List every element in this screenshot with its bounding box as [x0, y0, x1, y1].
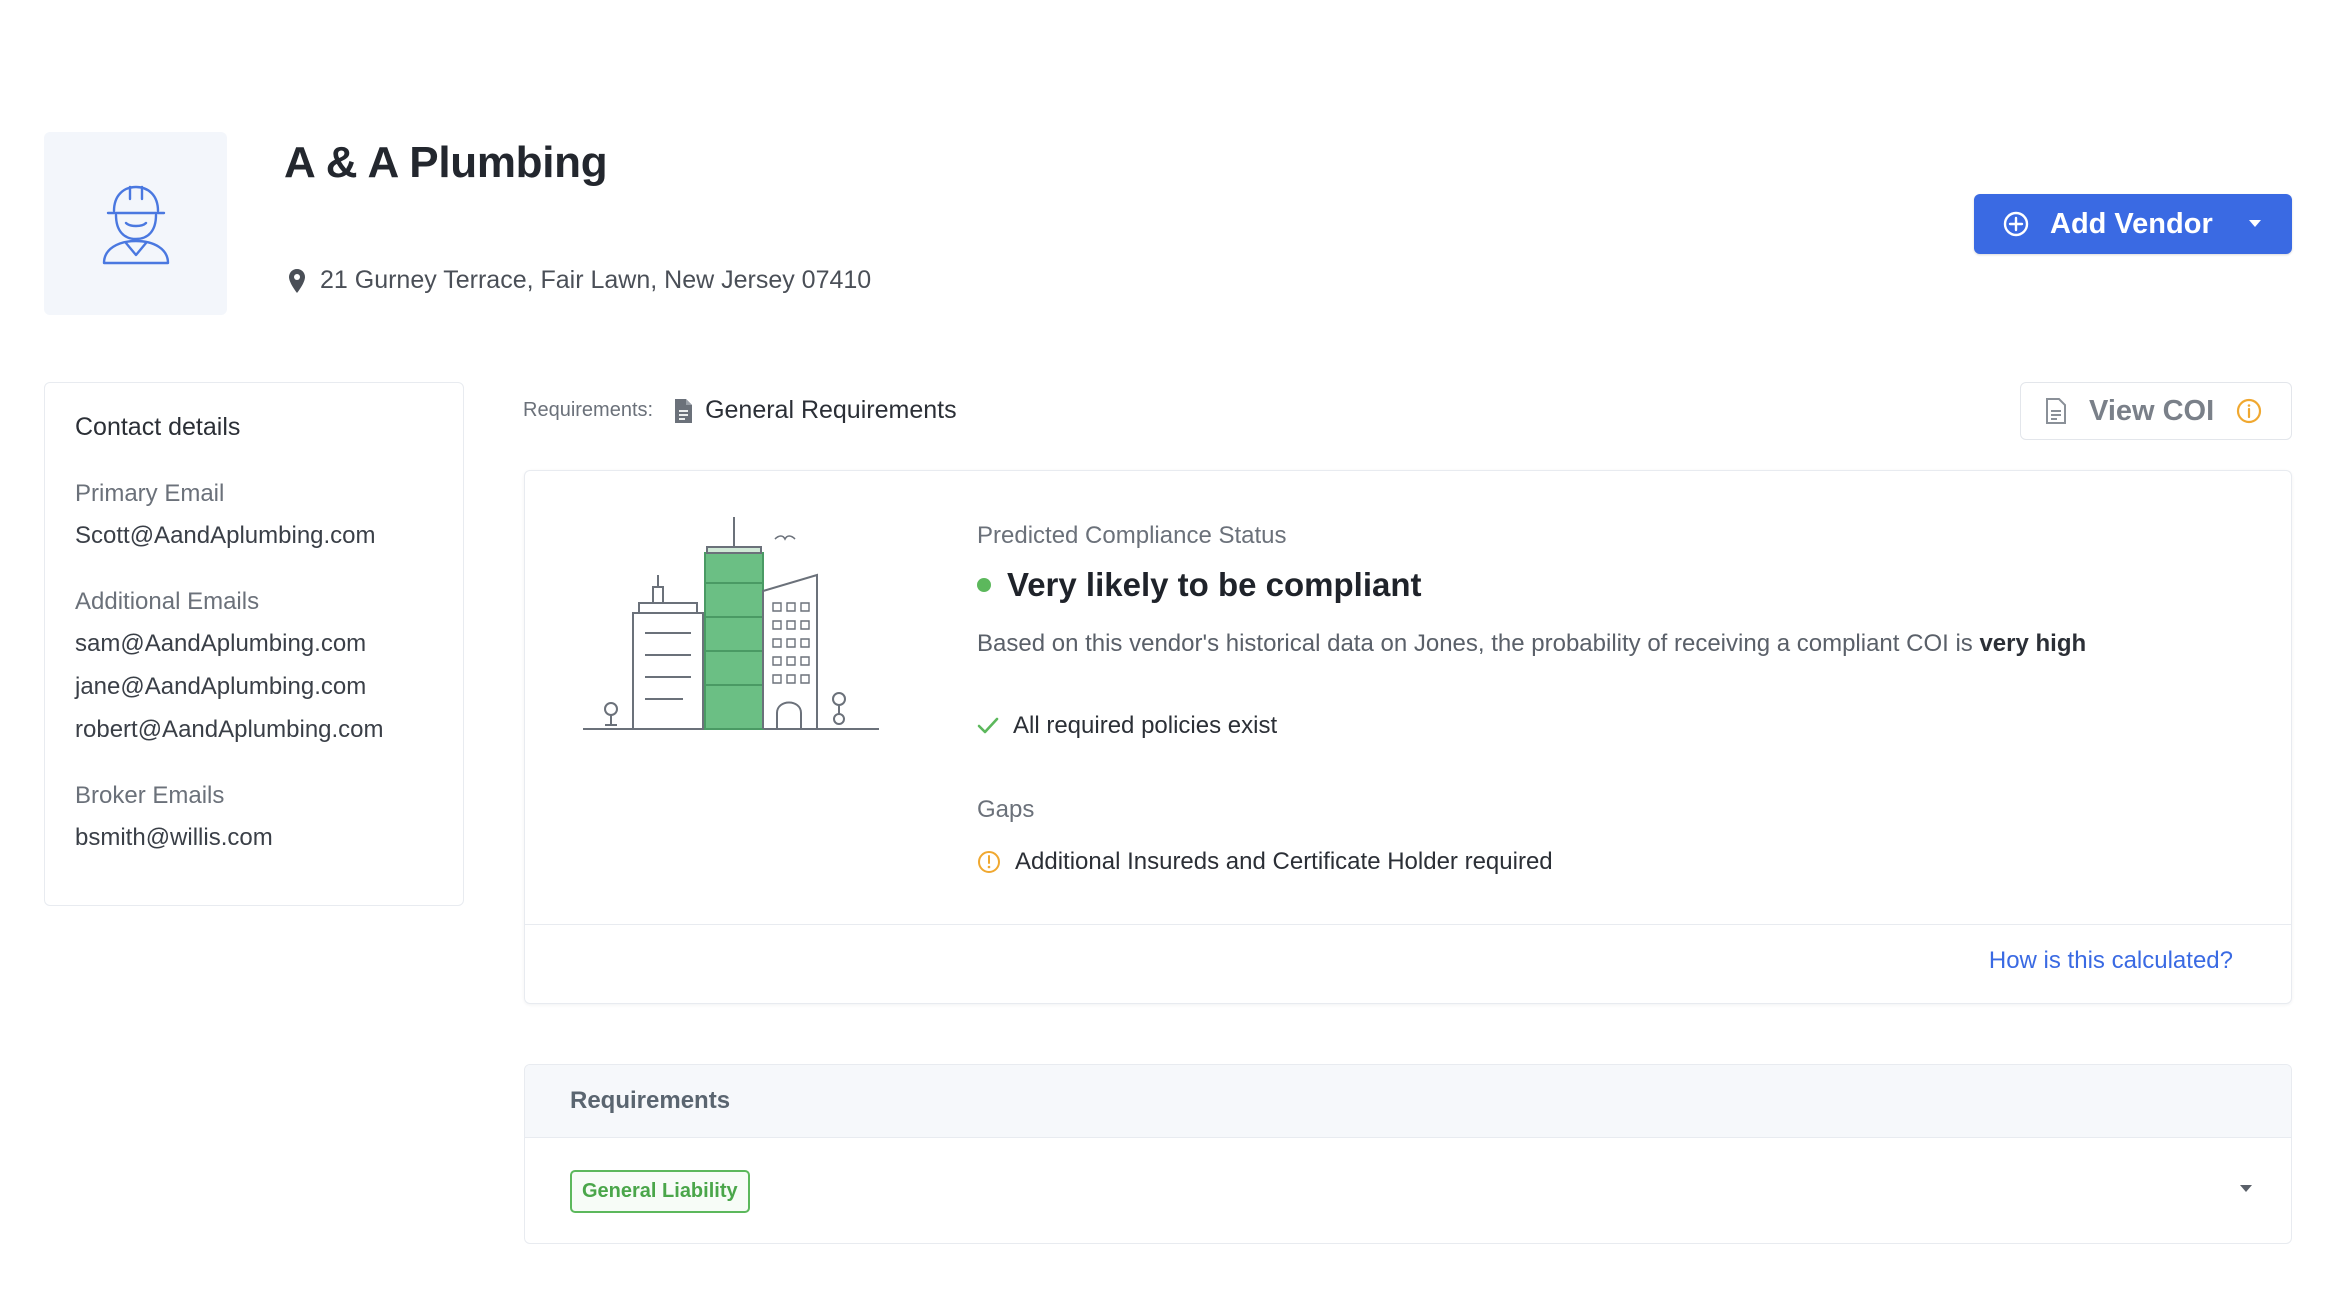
caret-down-icon[interactable]: [2248, 219, 2262, 229]
vendor-address: 21 Gurney Terrace, Fair Lawn, New Jersey…: [288, 266, 871, 295]
add-vendor-label: Add Vendor: [2050, 207, 2213, 240]
gap-item: Additional Insureds and Certificate Hold…: [977, 848, 1553, 876]
broker-emails-label: Broker Emails: [75, 782, 225, 809]
contact-heading: Contact details: [75, 413, 241, 441]
broker-email-value: bsmith@willis.com: [75, 824, 273, 851]
plus-circle-icon: [2003, 211, 2029, 237]
requirements-label: Requirements:: [523, 399, 654, 421]
how-calculated-link[interactable]: How is this calculated?: [1989, 947, 2233, 975]
requirements-table: Requirements General Liability: [524, 1064, 2292, 1244]
location-pin-icon: [289, 268, 305, 293]
view-coi-label: View COI: [2089, 394, 2215, 427]
gap-text: Additional Insureds and Certificate Hold…: [1015, 848, 1553, 875]
policy-check-row: All required policies exist: [977, 712, 1277, 740]
caret-down-icon[interactable]: [2239, 1184, 2253, 1194]
broker-emails-group: Broker Emails bsmith@willis.com: [75, 782, 433, 852]
info-icon[interactable]: [2236, 398, 2262, 424]
address-text: 21 Gurney Terrace, Fair Lawn, New Jersey…: [320, 266, 872, 294]
predicted-status-label: Predicted Compliance Status: [977, 522, 1287, 549]
requirements-table-header: Requirements: [525, 1065, 2291, 1138]
requirements-name[interactable]: General Requirements: [705, 396, 957, 425]
additional-email: sam@AandAplumbing.com: [75, 630, 367, 657]
worker-icon: [102, 185, 169, 264]
general-liability-tag: General Liability: [570, 1169, 750, 1213]
primary-email-group: Primary Email Scott@AandAplumbing.com: [75, 480, 433, 550]
checkmark-icon: [977, 717, 999, 734]
buildings-illustration: [583, 517, 879, 730]
additional-email: jane@AandAplumbing.com: [75, 673, 367, 700]
status-dot-icon: [977, 578, 991, 592]
warning-icon: [978, 851, 1000, 873]
primary-email-label: Primary Email: [75, 480, 225, 507]
document-icon: [675, 398, 693, 423]
description-emphasis: very high: [1979, 630, 2087, 657]
compliance-description: Based on this vendor's historical data o…: [977, 630, 2086, 658]
add-vendor-button[interactable]: Add Vendor: [1974, 194, 2292, 254]
vendor-name: A & A Plumbing: [284, 138, 608, 187]
compliance-card-footer: How is this calculated?: [525, 924, 2291, 1003]
compliance-status: Very likely to be compliant: [977, 566, 1421, 604]
gaps-label: Gaps: [977, 796, 1035, 823]
contact-details-card: Contact details Primary Email Scott@Aand…: [44, 382, 464, 906]
document-icon: [2046, 398, 2066, 424]
additional-email: robert@AandAplumbing.com: [75, 716, 384, 743]
compliance-card: How is this calculated?: [524, 470, 2292, 1004]
primary-email-value: Scott@AandAplumbing.com: [75, 522, 376, 549]
status-text: Very likely to be compliant: [1007, 566, 1422, 603]
additional-emails-label: Additional Emails: [75, 588, 260, 615]
requirements-selector[interactable]: Requirements: General Requirements: [523, 396, 957, 425]
vendor-avatar: [44, 132, 227, 315]
description-text: Based on this vendor's historical data o…: [977, 630, 1980, 657]
additional-emails-group: Additional Emails sam@AandAplumbing.com …: [75, 588, 433, 744]
requirement-row[interactable]: General Liability: [525, 1138, 2291, 1243]
view-coi-button[interactable]: View COI: [2020, 382, 2292, 440]
policy-check-text: All required policies exist: [1013, 712, 1278, 739]
